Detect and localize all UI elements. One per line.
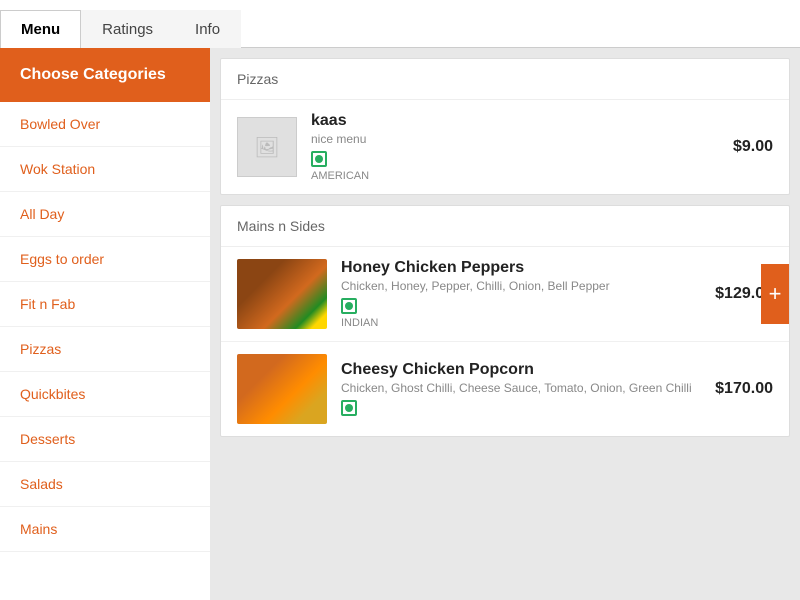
item-info-honey-chicken: Honey Chicken Peppers Chicken, Honey, Pe…: [341, 259, 705, 329]
add-button-honey-chicken[interactable]: +: [761, 264, 789, 324]
item-image-honey-chicken: [237, 259, 327, 329]
choose-categories-button[interactable]: Choose Categories: [0, 48, 210, 102]
item-cuisine-honey-chicken: INDIAN: [341, 317, 705, 329]
sidebar-item-quickbites[interactable]: Quickbites: [0, 372, 210, 417]
tab-info[interactable]: Info: [174, 10, 241, 48]
tab-ratings[interactable]: Ratings: [81, 10, 174, 48]
item-price-cheesy-chicken: $170.00: [715, 380, 773, 398]
sidebar-item-mains[interactable]: Mains: [0, 507, 210, 552]
item-name-cheesy-chicken: Cheesy Chicken Popcorn: [341, 361, 705, 379]
item-name-kaas: kaas: [311, 112, 723, 130]
sidebar-item-pizzas[interactable]: Pizzas: [0, 327, 210, 372]
main-panel: Pizzas 🖼 kaas nice menu AMERICAN $9.00 M…: [210, 48, 800, 600]
item-desc-kaas: nice menu: [311, 132, 723, 146]
sidebar-item-eggs-to-order[interactable]: Eggs to order: [0, 237, 210, 282]
item-desc-honey-chicken: Chicken, Honey, Pepper, Chilli, Onion, B…: [341, 279, 705, 293]
item-desc-cheesy-chicken: Chicken, Ghost Chilli, Cheese Sauce, Tom…: [341, 381, 705, 395]
tab-bar: Menu Ratings Info: [0, 0, 800, 48]
sidebar: Choose Categories Bowled Over Wok Statio…: [0, 48, 210, 600]
image-icon: 🖼: [254, 135, 279, 160]
veg-badge-cheesy-chicken: [341, 400, 357, 416]
item-info-kaas: kaas nice menu AMERICAN: [311, 112, 723, 182]
section-title-mains-sides: Mains n Sides: [221, 206, 789, 247]
item-cuisine-kaas: AMERICAN: [311, 170, 723, 182]
veg-badge-kaas: [311, 151, 327, 167]
section-pizzas: Pizzas 🖼 kaas nice menu AMERICAN $9.00: [220, 58, 790, 195]
menu-item-honey-chicken: Honey Chicken Peppers Chicken, Honey, Pe…: [221, 247, 789, 342]
menu-item-kaas: 🖼 kaas nice menu AMERICAN $9.00: [221, 100, 789, 194]
section-title-pizzas: Pizzas: [221, 59, 789, 100]
item-price-kaas: $9.00: [733, 138, 773, 156]
item-name-honey-chicken: Honey Chicken Peppers: [341, 259, 705, 277]
sidebar-item-fit-n-fab[interactable]: Fit n Fab: [0, 282, 210, 327]
item-image-cheesy-chicken: [237, 354, 327, 424]
sidebar-item-wok-station[interactable]: Wok Station: [0, 147, 210, 192]
section-mains-sides: Mains n Sides Honey Chicken Peppers Chic…: [220, 205, 790, 437]
item-image-kaas: 🖼: [237, 117, 297, 177]
sidebar-item-all-day[interactable]: All Day: [0, 192, 210, 237]
menu-item-cheesy-chicken: Cheesy Chicken Popcorn Chicken, Ghost Ch…: [221, 342, 789, 436]
sidebar-item-bowled-over[interactable]: Bowled Over: [0, 102, 210, 147]
sidebar-item-salads[interactable]: Salads: [0, 462, 210, 507]
sidebar-item-desserts[interactable]: Desserts: [0, 417, 210, 462]
veg-badge-honey-chicken: [341, 298, 357, 314]
content-area: Choose Categories Bowled Over Wok Statio…: [0, 48, 800, 600]
item-info-cheesy-chicken: Cheesy Chicken Popcorn Chicken, Ghost Ch…: [341, 361, 705, 417]
tab-menu[interactable]: Menu: [0, 10, 81, 48]
